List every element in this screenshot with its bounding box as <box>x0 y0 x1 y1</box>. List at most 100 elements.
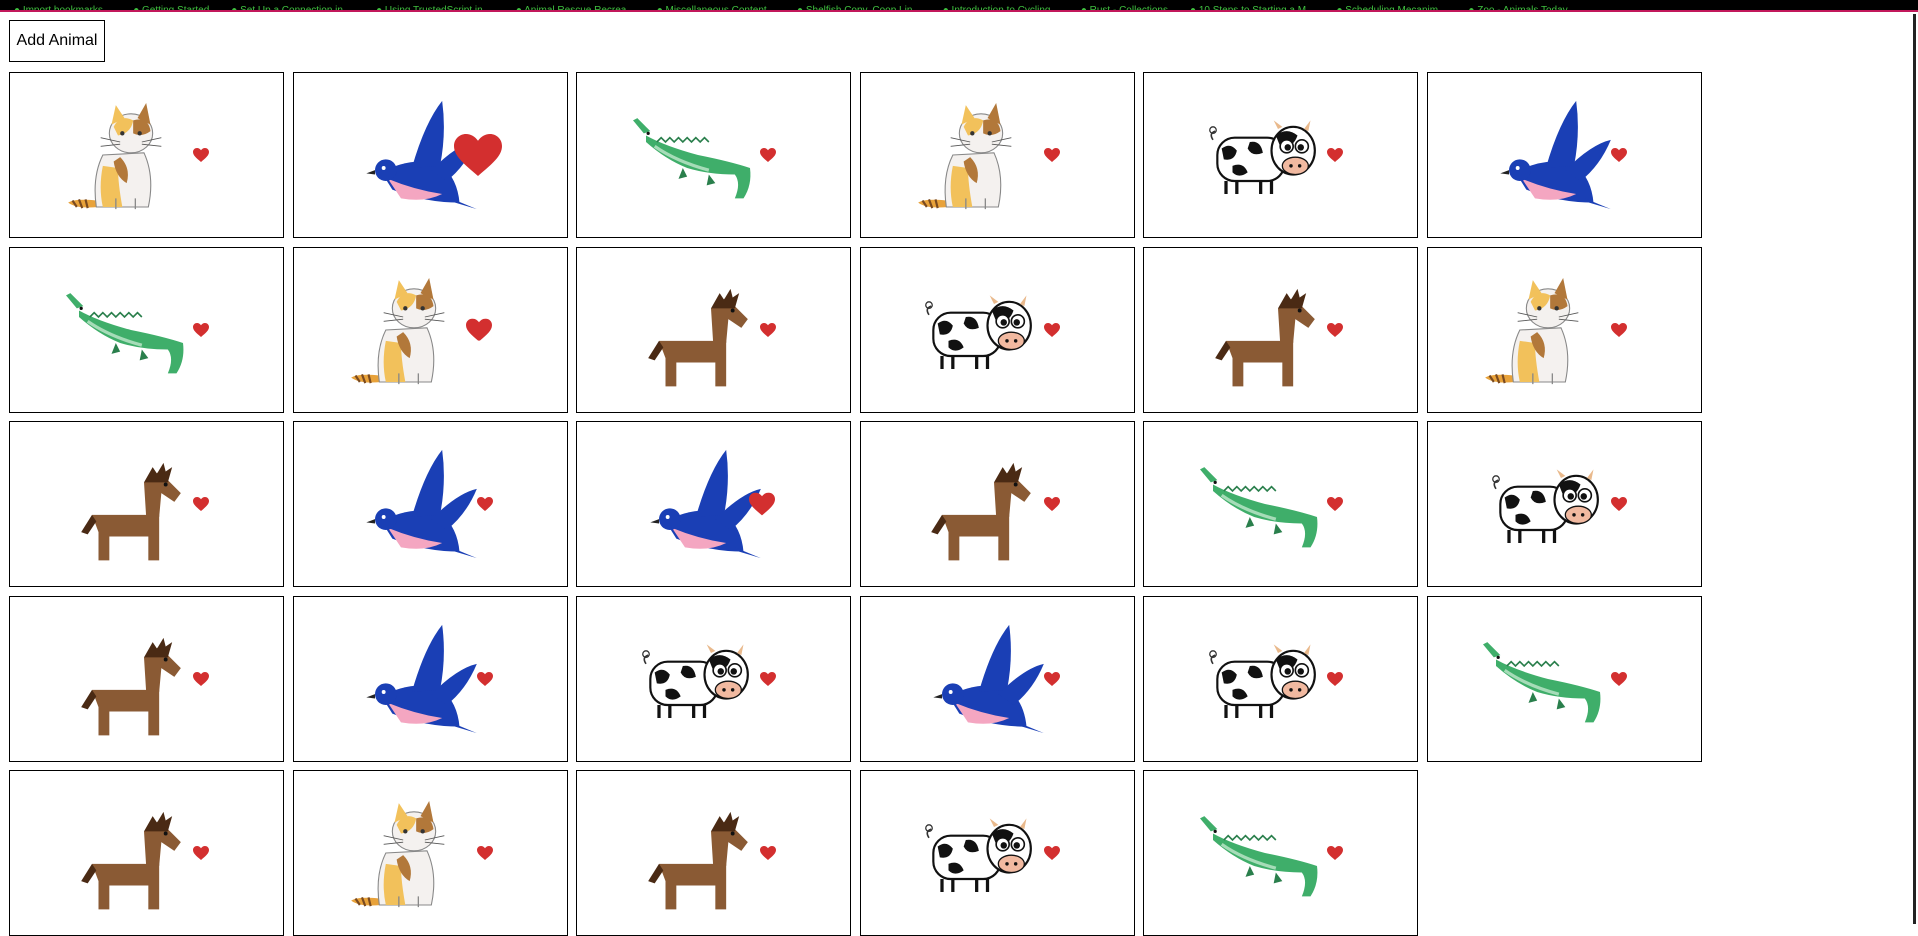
animal-card[interactable] <box>576 421 851 587</box>
cat-icon <box>350 799 446 909</box>
bookmark-item[interactable]: ● Scheduling Mecanim... <box>1336 6 1446 11</box>
animal-card[interactable] <box>1426 72 1702 238</box>
cat-icon <box>66 101 162 211</box>
animal-card[interactable] <box>576 595 851 762</box>
heart-icon[interactable] <box>760 671 776 686</box>
horse-icon <box>80 462 181 561</box>
crocodile-icon <box>630 116 752 200</box>
heart-icon[interactable] <box>760 148 776 162</box>
heart-icon[interactable] <box>1327 846 1343 860</box>
bookmark-item[interactable]: ● Getting Started <box>133 6 209 11</box>
cow-icon <box>924 293 1033 371</box>
bird-icon <box>366 624 477 733</box>
bookmarks-bar: ● Import bookmarks... ● Getting Started ● … <box>0 0 1918 12</box>
bookmark-item[interactable]: ● Animal Rescue Recrea... <box>516 6 635 11</box>
heart-icon[interactable] <box>1043 322 1060 337</box>
animal-card[interactable] <box>9 246 284 413</box>
horse-icon <box>647 811 748 910</box>
crocodile-icon <box>1197 814 1319 898</box>
heart-icon[interactable] <box>1610 497 1627 511</box>
scrollbar[interactable] <box>1913 14 1916 924</box>
animal-card[interactable] <box>576 72 851 238</box>
heart-icon[interactable] <box>1043 846 1060 860</box>
animal-card[interactable] <box>1143 421 1418 587</box>
animal-card[interactable] <box>292 595 568 762</box>
bookmark-item[interactable]: ● 10 Steps to Starting a M... <box>1190 6 1314 11</box>
animal-card[interactable] <box>576 770 851 936</box>
animal-card[interactable] <box>576 246 851 413</box>
heart-icon[interactable] <box>193 148 209 162</box>
animal-card[interactable] <box>9 770 284 936</box>
heart-icon[interactable] <box>476 497 493 511</box>
animal-grid <box>9 72 1702 936</box>
cow-icon <box>1207 642 1316 720</box>
heart-icon[interactable] <box>476 846 493 860</box>
cat-icon <box>1484 276 1580 385</box>
heart-icon[interactable] <box>193 497 209 511</box>
bird-icon <box>366 449 477 559</box>
animal-card[interactable] <box>859 595 1135 762</box>
animal-card[interactable] <box>292 421 568 587</box>
animal-card[interactable] <box>859 246 1135 413</box>
animal-card[interactable] <box>9 595 284 762</box>
animal-card[interactable] <box>1143 595 1418 762</box>
animal-card[interactable] <box>859 421 1135 587</box>
bookmark-item[interactable]: ● Using TrustedScript in ... <box>376 6 494 11</box>
heart-icon[interactable] <box>193 671 209 686</box>
heart-icon[interactable] <box>1327 671 1343 686</box>
heart-icon[interactable] <box>476 671 493 686</box>
bookmark-item[interactable]: ● Rust - Collections <box>1081 6 1168 11</box>
heart-icon[interactable] <box>1043 148 1060 162</box>
bookmark-item[interactable]: ● Set Up a Connection in ... <box>231 6 354 11</box>
bookmark-item[interactable]: ● Shelfish Copy, Coop Lin... <box>797 6 921 11</box>
heart-icon[interactable] <box>760 846 776 860</box>
heart-icon[interactable] <box>193 322 209 337</box>
animal-card[interactable] <box>1426 246 1702 413</box>
crocodile-icon <box>1197 465 1319 549</box>
bookmark-item[interactable]: ● Introduction to Cycling... <box>943 6 1059 11</box>
animal-card[interactable] <box>292 72 568 238</box>
animal-card[interactable] <box>1143 770 1418 936</box>
heart-icon[interactable] <box>1043 671 1060 686</box>
animal-card[interactable] <box>859 770 1135 936</box>
animal-card[interactable] <box>9 72 284 238</box>
cat-icon <box>917 101 1013 211</box>
heart-icon[interactable] <box>1327 497 1343 511</box>
horse-icon <box>931 462 1031 561</box>
bookmark-item[interactable]: ● Import bookmarks... <box>14 6 111 11</box>
horse-icon <box>647 288 748 386</box>
horse-icon <box>80 637 181 735</box>
heart-icon[interactable] <box>465 318 492 341</box>
heart-icon[interactable] <box>1327 322 1343 337</box>
cow-icon <box>1491 467 1600 545</box>
heart-icon[interactable] <box>453 134 502 176</box>
animal-card[interactable] <box>1143 246 1418 413</box>
heart-icon[interactable] <box>193 846 209 860</box>
heart-icon[interactable] <box>1043 497 1060 511</box>
add-animal-button[interactable]: Add Animal <box>9 20 105 62</box>
heart-icon[interactable] <box>760 322 776 337</box>
bookmark-item[interactable]: ● Zoo - Animals Today <box>1468 6 1567 11</box>
cow-icon <box>924 816 1033 894</box>
heart-icon[interactable] <box>1610 322 1627 337</box>
animal-card[interactable] <box>9 421 284 587</box>
heart-icon[interactable] <box>749 492 775 516</box>
animal-card[interactable] <box>292 246 568 413</box>
animal-card[interactable] <box>859 72 1135 238</box>
horse-icon <box>1214 288 1315 386</box>
bookmark-item[interactable]: ● Miscellaneous Content... <box>657 6 775 11</box>
cow-icon <box>1207 118 1316 196</box>
animal-card[interactable] <box>1143 72 1418 238</box>
horse-icon <box>80 811 181 910</box>
heart-icon[interactable] <box>1610 148 1627 162</box>
bookmarks-list: ● Import bookmarks... ● Getting Started ● … <box>0 0 1918 11</box>
crocodile-icon <box>1481 640 1603 724</box>
cow-icon <box>640 642 749 720</box>
animal-card[interactable] <box>1426 595 1702 762</box>
bird-icon <box>933 624 1044 733</box>
heart-icon[interactable] <box>1327 148 1343 162</box>
animal-card[interactable] <box>1426 421 1702 587</box>
crocodile-icon <box>63 291 185 375</box>
animal-card[interactable] <box>292 770 568 936</box>
heart-icon[interactable] <box>1610 671 1627 686</box>
